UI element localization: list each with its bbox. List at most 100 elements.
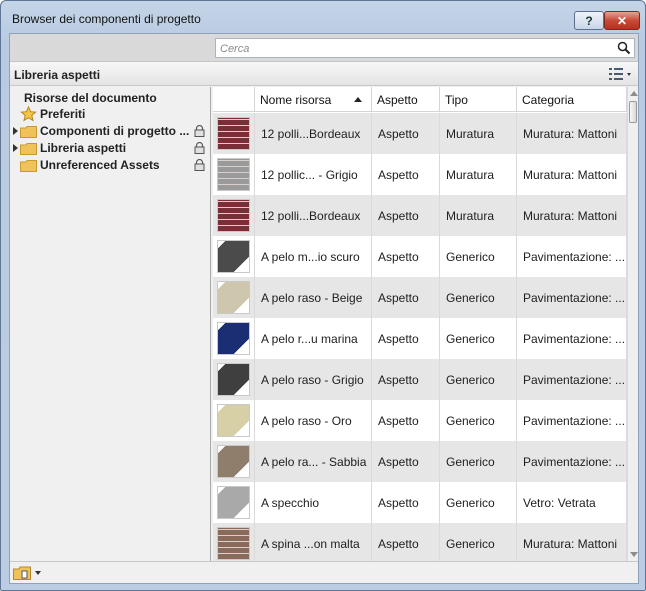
library-tree: Risorse del documento Preferiti Componen… xyxy=(10,87,211,561)
scroll-up-icon[interactable] xyxy=(630,91,638,96)
star-icon xyxy=(20,106,37,122)
cell-thumbnail xyxy=(213,359,255,400)
cell-category: Vetro: Vetrata xyxy=(517,482,627,523)
view-options-icon[interactable] xyxy=(608,67,632,81)
lock-icon xyxy=(194,142,205,154)
column-header-category[interactable]: Categoria xyxy=(517,87,627,112)
tree-item-label: Componenti di progetto ... xyxy=(40,124,190,138)
table-row[interactable]: A pelo ra... - Sabbia Aspetto Generico Pavi… xyxy=(213,441,627,482)
table-row[interactable]: A pelo raso - Grigio Aspetto Generico Pavim… xyxy=(213,359,627,400)
expand-arrow-icon[interactable] xyxy=(13,144,18,152)
cell-thumbnail xyxy=(213,277,255,318)
material-thumbnail xyxy=(217,363,250,396)
cell-thumbnail xyxy=(213,236,255,277)
tree-item-appearance-library[interactable]: Libreria aspetti xyxy=(10,140,210,157)
table-row[interactable]: A pelo raso - Beige Aspetto Generico Pavime… xyxy=(213,277,627,318)
tree-item-unreferenced-assets[interactable]: Unreferenced Assets xyxy=(10,157,210,174)
close-button[interactable]: ✕ xyxy=(604,11,640,30)
cell-name: 12 polli...Bordeaux xyxy=(255,113,372,154)
search-box[interactable] xyxy=(215,38,635,58)
cell-aspect: Aspetto xyxy=(372,113,440,154)
cell-name: A spina ...on malta xyxy=(255,523,372,561)
cell-thumbnail xyxy=(213,400,255,441)
sort-ascending-icon xyxy=(354,97,362,102)
help-button[interactable]: ? xyxy=(574,11,604,30)
column-header-label: Categoria xyxy=(522,92,575,107)
title-bar: Browser dei componenti di progetto ? ✕ xyxy=(1,1,645,33)
material-thumbnail xyxy=(217,486,250,519)
material-thumbnail xyxy=(217,240,250,273)
cell-category: Pavimentazione: ... xyxy=(517,236,627,277)
cell-type: Generico xyxy=(440,523,517,561)
cell-type: Muratura xyxy=(440,195,517,236)
table-row[interactable]: 12 polli...Bordeaux Aspetto Muratura Muratu… xyxy=(213,113,627,154)
chevron-down-icon[interactable] xyxy=(35,571,41,575)
cell-category: Muratura: Mattoni xyxy=(517,523,627,561)
cell-type: Generico xyxy=(440,359,517,400)
table-row[interactable]: 12 polli...Bordeaux Aspetto Muratura Muratu… xyxy=(213,195,627,236)
folder-icon xyxy=(20,126,37,138)
cell-name: 12 pollic... - Grigio xyxy=(255,154,372,195)
column-header-type[interactable]: Tipo xyxy=(440,87,517,112)
cell-name: A pelo raso - Grigio xyxy=(255,359,372,400)
client-area: Libreria aspetti Risorse del documento P… xyxy=(9,33,639,584)
tree-root-document-resources[interactable]: Risorse del documento xyxy=(24,89,157,106)
search-icon[interactable] xyxy=(617,41,631,55)
cell-name: A pelo m...io scuro xyxy=(255,236,372,277)
folder-icon xyxy=(20,143,37,155)
scrollbar-thumb[interactable] xyxy=(629,101,637,123)
cell-type: Generico xyxy=(440,277,517,318)
table-row[interactable]: A pelo raso - Oro Aspetto Generico Paviment… xyxy=(213,400,627,441)
table-header: Nome risorsa Aspetto Tipo Categoria xyxy=(213,87,627,112)
window-title: Browser dei componenti di progetto xyxy=(12,12,201,26)
cell-thumbnail xyxy=(213,441,255,482)
tree-item-favorites[interactable]: Preferiti xyxy=(20,106,200,123)
tree-item-label: Unreferenced Assets xyxy=(40,158,160,172)
cell-category: Pavimentazione: ... xyxy=(517,441,627,482)
table-row[interactable]: A spina ...on malta Aspetto Generico Muratu… xyxy=(213,523,627,561)
library-folder-icon[interactable] xyxy=(13,566,31,580)
column-header-aspect[interactable]: Aspetto xyxy=(372,87,440,112)
library-title: Libreria aspetti xyxy=(14,68,101,82)
cell-name: 12 polli...Bordeaux xyxy=(255,195,372,236)
cell-aspect: Aspetto xyxy=(372,318,440,359)
search-input[interactable] xyxy=(220,41,610,56)
cell-aspect: Aspetto xyxy=(372,195,440,236)
material-thumbnail xyxy=(217,404,250,437)
help-icon: ? xyxy=(585,13,593,28)
scroll-down-icon[interactable] xyxy=(630,552,638,557)
cell-type: Generico xyxy=(440,318,517,359)
cell-name: A pelo ra... - Sabbia xyxy=(255,441,372,482)
table-row[interactable]: A pelo r...u marina Aspetto Generico Pavime… xyxy=(213,318,627,359)
cell-name: A specchio xyxy=(255,482,372,523)
material-thumbnail xyxy=(217,527,250,560)
material-thumbnail xyxy=(217,322,250,355)
library-header: Libreria aspetti xyxy=(10,62,638,86)
cell-category: Muratura: Mattoni xyxy=(517,113,627,154)
cell-aspect: Aspetto xyxy=(372,482,440,523)
vertical-scrollbar[interactable] xyxy=(627,87,638,561)
expand-arrow-icon[interactable] xyxy=(13,127,18,135)
table-row[interactable]: A pelo m...io scuro Aspetto Generico Pavime… xyxy=(213,236,627,277)
cell-aspect: Aspetto xyxy=(372,523,440,561)
column-header-thumbnail[interactable] xyxy=(213,87,255,112)
cell-aspect: Aspetto xyxy=(372,277,440,318)
cell-thumbnail xyxy=(213,318,255,359)
material-thumbnail xyxy=(217,158,250,191)
cell-name: A pelo raso - Beige xyxy=(255,277,372,318)
table-row[interactable]: A specchio Aspetto Generico Vetro: Vetrata xyxy=(213,482,627,523)
column-header-name[interactable]: Nome risorsa xyxy=(255,87,372,112)
lock-icon xyxy=(194,125,205,137)
tree-item-project-components[interactable]: Componenti di progetto ... xyxy=(10,123,210,140)
project-browser-window: Browser dei componenti di progetto ? ✕ L… xyxy=(0,0,646,591)
cell-category: Pavimentazione: ... xyxy=(517,359,627,400)
cell-category: Pavimentazione: ... xyxy=(517,277,627,318)
cell-aspect: Aspetto xyxy=(372,359,440,400)
cell-category: Muratura: Mattoni xyxy=(517,195,627,236)
table-row[interactable]: 12 pollic... - Grigio Aspetto Muratura Mura… xyxy=(213,154,627,195)
tree-root-label: Risorse del documento xyxy=(24,90,157,105)
material-thumbnail xyxy=(217,199,250,232)
lock-icon xyxy=(194,159,205,171)
cell-category: Pavimentazione: ... xyxy=(517,318,627,359)
cell-type: Muratura xyxy=(440,154,517,195)
